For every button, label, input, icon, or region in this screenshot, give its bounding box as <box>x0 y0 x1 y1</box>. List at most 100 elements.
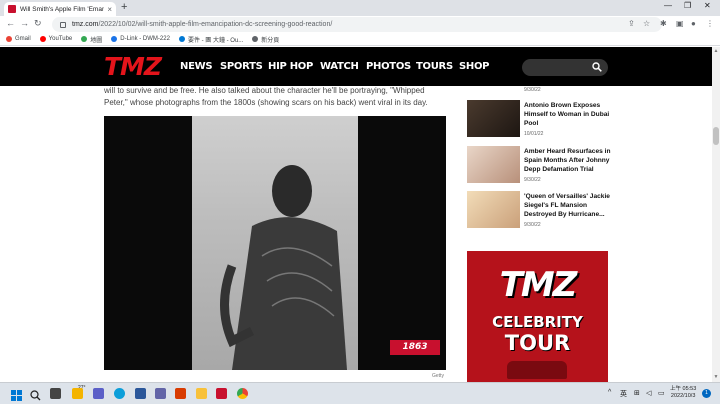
globe-icon <box>252 36 259 42</box>
photo-year-badge: 1863 <box>390 340 440 355</box>
bookmark-dlink[interactable]: D-Link - DWM-222 <box>111 36 170 42</box>
article-text-line: Peter," whose photographs from the 1800s… <box>104 98 428 107</box>
extensions-icon[interactable]: ✱ <box>660 19 667 28</box>
historical-photo <box>192 116 358 370</box>
browser-toolbar: ← → ↻ tmz.com /2022/10/02/will-smith-app… <box>0 16 720 33</box>
nav-photos[interactable]: PHOTOS <box>366 61 411 72</box>
windows-start-icon[interactable] <box>11 388 22 401</box>
clock-date: 2022/10/3 <box>670 393 696 399</box>
volume-icon[interactable]: ◁ <box>646 389 651 397</box>
tray-overflow-icon[interactable]: ^ <box>608 389 611 396</box>
sidebar-icon[interactable]: ▣ <box>676 19 684 28</box>
forward-icon[interactable]: → <box>20 18 29 28</box>
nav-news[interactable]: NEWS <box>180 61 213 72</box>
ad-headline: CELEBRITY <box>492 313 583 331</box>
browser-tab[interactable]: Will Smith's Apple Film 'Emanc... × <box>4 2 116 16</box>
windows-taskbar: 27° ^ 英 ⊞ ◁ ▭ 上午 05:53 2022/10/3 1 <box>0 382 720 404</box>
sidebar-date: 9/30/22 <box>524 87 541 93</box>
system-clock[interactable]: 上午 05:53 2022/10/3 <box>670 386 696 400</box>
tmz-favicon-icon <box>8 5 16 13</box>
tour-bus-icon <box>507 361 567 379</box>
input-language[interactable]: 英 <box>620 389 627 399</box>
nav-sports[interactable]: SPORTS <box>220 61 263 72</box>
edge-icon[interactable] <box>114 388 125 399</box>
sidebar-story[interactable]: Antonio Brown Exposes Himself to Woman i… <box>467 100 617 140</box>
nav-watch[interactable]: WATCH <box>320 61 359 72</box>
lock-icon[interactable] <box>60 21 66 28</box>
chrome-icon[interactable] <box>237 388 248 399</box>
celebrity-tour-ad[interactable]: TMZ CELEBRITY TOUR <box>467 251 608 382</box>
maximize-icon[interactable]: ❐ <box>684 1 691 10</box>
sidebar-story[interactable]: 'Queen of Versailles' Jackie Siegel's FL… <box>467 191 617 231</box>
story-title[interactable]: Amber Heard Resurfaces in Spain Months A… <box>524 147 614 174</box>
tmz-logo[interactable]: TMZ <box>104 53 162 80</box>
article-text-line: will to survive and be free. He also tal… <box>104 86 425 95</box>
outlook-icon <box>178 36 185 42</box>
story-date: 9/30/22 <box>524 177 541 183</box>
tab-close-icon[interactable]: × <box>107 5 112 14</box>
photo-figure-icon <box>220 165 347 370</box>
photo-credit: Getty <box>432 373 444 379</box>
gmail-icon <box>6 36 12 42</box>
scroll-thumb[interactable] <box>713 127 719 145</box>
bookmark-outlook[interactable]: 要件 - 團 大鐘 - Ou... <box>178 35 243 44</box>
sidebar-story[interactable]: Amber Heard Resurfaces in Spain Months A… <box>467 146 617 186</box>
maps-icon <box>81 36 88 42</box>
reload-icon[interactable]: ↻ <box>34 18 42 29</box>
nav-hip-hop[interactable]: HIP HOP <box>268 61 313 72</box>
minimize-icon[interactable]: — <box>664 1 672 10</box>
article-body: will to survive and be free. He also tal… <box>104 85 446 109</box>
office-icon[interactable] <box>175 388 186 399</box>
tab-title: Will Smith's Apple Film 'Emanc... <box>20 5 105 13</box>
file-explorer-icon[interactable] <box>196 388 207 399</box>
article-photo[interactable]: 1863 <box>104 116 446 370</box>
search-icon[interactable] <box>592 62 602 72</box>
new-tab-button[interactable]: + <box>121 1 127 13</box>
task-view-icon[interactable] <box>50 388 61 399</box>
weather-icon[interactable] <box>72 388 83 399</box>
mcafee-icon[interactable] <box>216 388 227 399</box>
bookmarks-bar: Gmail YouTube 地圖 D-Link - DWM-222 要件 - 團… <box>0 33 720 46</box>
profile-icon[interactable]: ● <box>691 19 696 28</box>
scroll-up-icon[interactable]: ▲ <box>712 48 720 54</box>
dlink-icon <box>111 36 118 42</box>
ad-subheadline: TOUR <box>504 331 571 355</box>
back-icon[interactable]: ← <box>6 18 15 28</box>
tmz-navbar: TMZ NEWS SPORTS HIP HOP WATCH PHOTOS TOU… <box>0 47 712 86</box>
search-input[interactable] <box>522 59 608 76</box>
bookmark-star-icon[interactable]: ☆ <box>643 19 650 28</box>
ime-icon[interactable]: ⊞ <box>634 389 640 397</box>
story-thumbnail[interactable] <box>467 191 520 228</box>
story-date: 10/01/22 <box>524 131 544 137</box>
bookmark-gmail[interactable]: Gmail <box>6 36 31 42</box>
bookmark-youtube[interactable]: YouTube <box>39 36 72 42</box>
story-title[interactable]: Antonio Brown Exposes Himself to Woman i… <box>524 101 614 128</box>
url-path: /2022/10/02/will-smith-apple-film-emanci… <box>98 21 333 28</box>
web-page: TMZ NEWS SPORTS HIP HOP WATCH PHOTOS TOU… <box>0 47 712 382</box>
ad-logo: TMZ <box>499 265 578 305</box>
page-scrollbar[interactable]: ▲ ▼ <box>712 47 720 382</box>
nav-tours[interactable]: TOURS <box>416 61 453 72</box>
share-icon[interactable]: ⇪ <box>628 19 635 28</box>
close-window-icon[interactable]: ✕ <box>704 1 711 10</box>
scroll-down-icon[interactable]: ▼ <box>712 374 720 380</box>
story-thumbnail[interactable] <box>467 100 520 137</box>
youtube-icon <box>39 36 46 42</box>
menu-icon[interactable]: ⋮ <box>706 19 714 28</box>
address-bar[interactable]: tmz.com /2022/10/02/will-smith-apple-fil… <box>52 17 662 32</box>
bookmark-maps[interactable]: 地圖 <box>81 35 102 44</box>
notification-badge[interactable]: 1 <box>702 389 711 398</box>
visual-studio-icon[interactable] <box>155 388 166 399</box>
story-thumbnail[interactable] <box>467 146 520 183</box>
teams-chat-icon[interactable] <box>93 388 104 399</box>
tab-strip: Will Smith's Apple Film 'Emanc... × + — … <box>0 0 720 16</box>
battery-icon[interactable]: ▭ <box>658 389 665 397</box>
story-title[interactable]: 'Queen of Versailles' Jackie Siegel's FL… <box>524 192 614 219</box>
clock-time: 上午 05:53 <box>670 386 697 392</box>
store-icon[interactable] <box>135 388 146 399</box>
nav-shop[interactable]: SHOP <box>459 61 490 72</box>
url-host: tmz.com <box>72 21 99 28</box>
bookmark-new-tab[interactable]: 新分頁 <box>252 35 279 44</box>
search-taskbar-icon[interactable] <box>30 388 41 401</box>
story-date: 9/30/22 <box>524 222 541 228</box>
